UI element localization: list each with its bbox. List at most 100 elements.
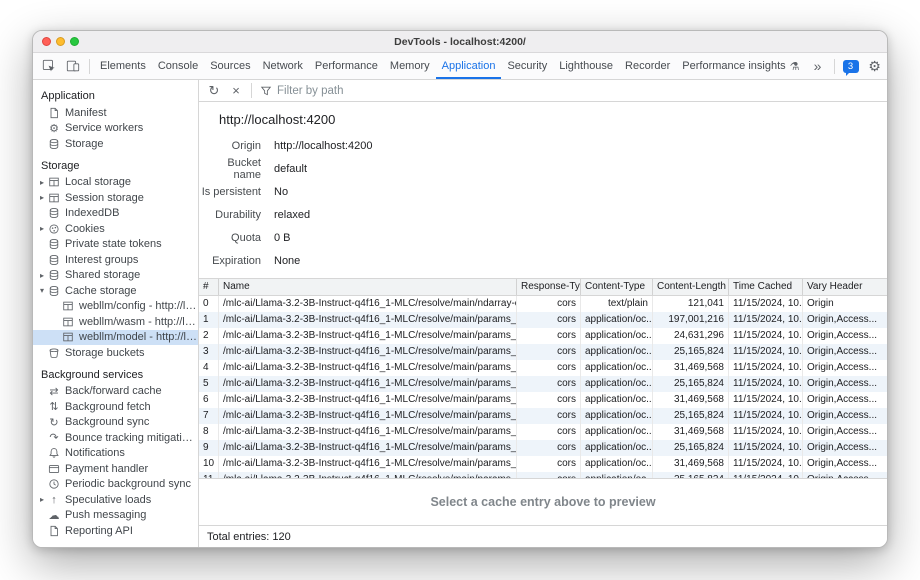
- table-row[interactable]: 10/mlc-ai/Llama-3.2-3B-Instruct-q4f16_1-…: [199, 456, 887, 472]
- table-cell: /mlc-ai/Llama-3.2-3B-Instruct-q4f16_1-ML…: [219, 408, 517, 424]
- sidebar-item-interest-groups[interactable]: Interest groups: [33, 252, 198, 268]
- sidebar-item-manifest[interactable]: Manifest: [33, 105, 198, 121]
- tab-network[interactable]: Network: [257, 53, 309, 79]
- table-icon: [47, 191, 61, 205]
- tab-recorder[interactable]: Recorder: [619, 53, 676, 79]
- sidebar-item-back-forward-cache[interactable]: ⇄Back/forward cache: [33, 384, 198, 400]
- sidebar-item-indexeddb[interactable]: IndexedDB: [33, 206, 198, 222]
- sidebar-item-private-state-tokens[interactable]: Private state tokens: [33, 237, 198, 253]
- clear-icon[interactable]: ×: [225, 80, 247, 101]
- table-row[interactable]: 0/mlc-ai/Llama-3.2-3B-Instruct-q4f16_1-M…: [199, 296, 887, 312]
- sidebar-item-cookies[interactable]: ▸Cookies: [33, 221, 198, 237]
- sidebar-item-bounce-tracking-mitigations[interactable]: ↷Bounce tracking mitigations: [33, 430, 198, 446]
- sidebar-item-service-workers[interactable]: ⚙Service workers: [33, 121, 198, 137]
- table-cell: cors: [517, 296, 581, 312]
- tab-sources[interactable]: Sources: [204, 53, 256, 79]
- sidebar-item-notifications[interactable]: Notifications: [33, 446, 198, 462]
- chevron-right-icon[interactable]: ▸: [37, 193, 47, 202]
- table-row[interactable]: 4/mlc-ai/Llama-3.2-3B-Instruct-q4f16_1-M…: [199, 360, 887, 376]
- sidebar-item-label: Background fetch: [65, 401, 151, 413]
- kebab-menu-icon[interactable]: ⋮: [887, 53, 889, 79]
- tab-security[interactable]: Security: [501, 53, 553, 79]
- sidebar-item-background-sync[interactable]: ↻Background sync: [33, 415, 198, 431]
- sidebar-item-local-storage[interactable]: ▸Local storage: [33, 175, 198, 191]
- tab-application[interactable]: Application: [436, 53, 502, 79]
- more-tabs-icon[interactable]: »: [806, 53, 830, 79]
- metadata-row-bucket-name: Bucket namedefault: [199, 157, 887, 180]
- table-row[interactable]: 9/mlc-ai/Llama-3.2-3B-Instruct-q4f16_1-M…: [199, 440, 887, 456]
- sidebar-item-storage-buckets[interactable]: Storage buckets: [33, 345, 198, 361]
- filter-input[interactable]: Filter by path: [256, 85, 347, 97]
- column-header-content-type[interactable]: Content-Type: [581, 279, 653, 295]
- table-row[interactable]: 3/mlc-ai/Llama-3.2-3B-Instruct-q4f16_1-M…: [199, 344, 887, 360]
- filter-placeholder: Filter by path: [277, 85, 343, 97]
- table-row[interactable]: 2/mlc-ai/Llama-3.2-3B-Instruct-q4f16_1-M…: [199, 328, 887, 344]
- devtools-tab-strip: Elements ConsoleSourcesNetwork Performance…: [94, 53, 806, 79]
- table-cell: 11/15/2024, 10...: [729, 456, 803, 472]
- tab-label: Elements: [100, 60, 146, 72]
- chevron-right-icon[interactable]: ▸: [37, 271, 47, 280]
- table-cell: 11/15/2024, 10...: [729, 360, 803, 376]
- preview-area: Select a cache entry above to preview: [199, 478, 887, 525]
- cache-table-body: 0/mlc-ai/Llama-3.2-3B-Instruct-q4f16_1-M…: [199, 296, 887, 478]
- column-header-content-length[interactable]: Content-Length: [653, 279, 729, 295]
- inspect-icon[interactable]: [37, 53, 61, 79]
- sidebar-item-payment-handler[interactable]: Payment handler: [33, 461, 198, 477]
- sidebar-item-webllm-wasm-http-loca[interactable]: webllm/wasm - http://loca...: [33, 314, 198, 330]
- column-header-name[interactable]: Name: [219, 279, 517, 295]
- tab-label: Recorder: [625, 60, 670, 72]
- table-cell: 11/15/2024, 10...: [729, 344, 803, 360]
- table-cell: application/oc...: [581, 456, 653, 472]
- sidebar-item-periodic-background-sync[interactable]: Periodic background sync: [33, 477, 198, 493]
- tab-elements[interactable]: Elements: [94, 53, 152, 79]
- table-cell: Origin,Access...: [803, 344, 887, 360]
- chevron-right-icon[interactable]: ▸: [37, 178, 47, 187]
- table-cell: cors: [517, 408, 581, 424]
- column-header-response-type[interactable]: Response-Type: [517, 279, 581, 295]
- service-workers-icon: ⚙: [47, 121, 61, 135]
- table-cell: 8: [199, 424, 219, 440]
- toolbar-divider: [89, 59, 90, 74]
- tab-lighthouse[interactable]: Lighthouse: [553, 53, 619, 79]
- tab-performance[interactable]: Performance: [309, 53, 384, 79]
- sidebar-item-label: Shared storage: [65, 269, 140, 281]
- sidebar-item-reporting-api[interactable]: Reporting API: [33, 523, 198, 539]
- chevron-right-icon[interactable]: ▸: [37, 224, 47, 233]
- sidebar-item-storage[interactable]: Storage: [33, 136, 198, 152]
- sidebar-item-session-storage[interactable]: ▸Session storage: [33, 190, 198, 206]
- table-cell: 31,469,568: [653, 360, 729, 376]
- refresh-icon[interactable]: ↻: [203, 80, 225, 101]
- column-header-number[interactable]: #: [199, 279, 219, 295]
- table-cell: 2: [199, 328, 219, 344]
- database-icon: [47, 253, 61, 267]
- sidebar-item-label: Private state tokens: [65, 238, 162, 250]
- column-header-time-cached[interactable]: Time Cached: [729, 279, 803, 295]
- table-row[interactable]: 7/mlc-ai/Llama-3.2-3B-Instruct-q4f16_1-M…: [199, 408, 887, 424]
- chevron-right-icon[interactable]: ▸: [37, 495, 47, 504]
- column-header-vary-header[interactable]: Vary Header: [803, 279, 887, 295]
- cloud-icon: ☁: [47, 508, 61, 522]
- sidebar-item-cache-storage[interactable]: ▾Cache storage: [33, 283, 198, 299]
- sidebar-item-shared-storage[interactable]: ▸ Shared storage: [33, 268, 198, 284]
- issues-bubble[interactable]: 3: [843, 60, 859, 73]
- table-row[interactable]: 1/mlc-ai/Llama-3.2-3B-Instruct-q4f16_1-M…: [199, 312, 887, 328]
- table-cell: 31,469,568: [653, 424, 729, 440]
- filter-funnel-icon: [260, 85, 272, 97]
- settings-gear-icon[interactable]: ⚙: [863, 53, 887, 79]
- sidebar-item-speculative-loads[interactable]: ▸↑Speculative loads: [33, 492, 198, 508]
- table-row[interactable]: 8/mlc-ai/Llama-3.2-3B-Instruct-q4f16_1-M…: [199, 424, 887, 440]
- sidebar-item-background-fetch[interactable]: ⇅Background fetch: [33, 399, 198, 415]
- tab-performance-insights[interactable]: Performance insights⚗: [676, 53, 805, 79]
- sidebar-item-webllm-config-http-loc[interactable]: webllm/config - http://loc...: [33, 299, 198, 315]
- device-toolbar-icon[interactable]: [61, 53, 85, 79]
- metadata-value: 0 B: [274, 232, 291, 244]
- tab-label: Performance: [315, 60, 378, 72]
- table-row[interactable]: 6/mlc-ai/Llama-3.2-3B-Instruct-q4f16_1-M…: [199, 392, 887, 408]
- tab-console[interactable]: Console: [152, 53, 204, 79]
- database-icon: [47, 284, 61, 298]
- tab-memory[interactable]: Memory: [384, 53, 436, 79]
- table-row[interactable]: 5/mlc-ai/Llama-3.2-3B-Instruct-q4f16_1-M…: [199, 376, 887, 392]
- chevron-down-icon[interactable]: ▾: [37, 286, 47, 295]
- sidebar-item-webllm-model-http-loc[interactable]: webllm/model - http://loc...: [33, 330, 198, 346]
- sidebar-item-push-messaging[interactable]: ☁Push messaging: [33, 508, 198, 524]
